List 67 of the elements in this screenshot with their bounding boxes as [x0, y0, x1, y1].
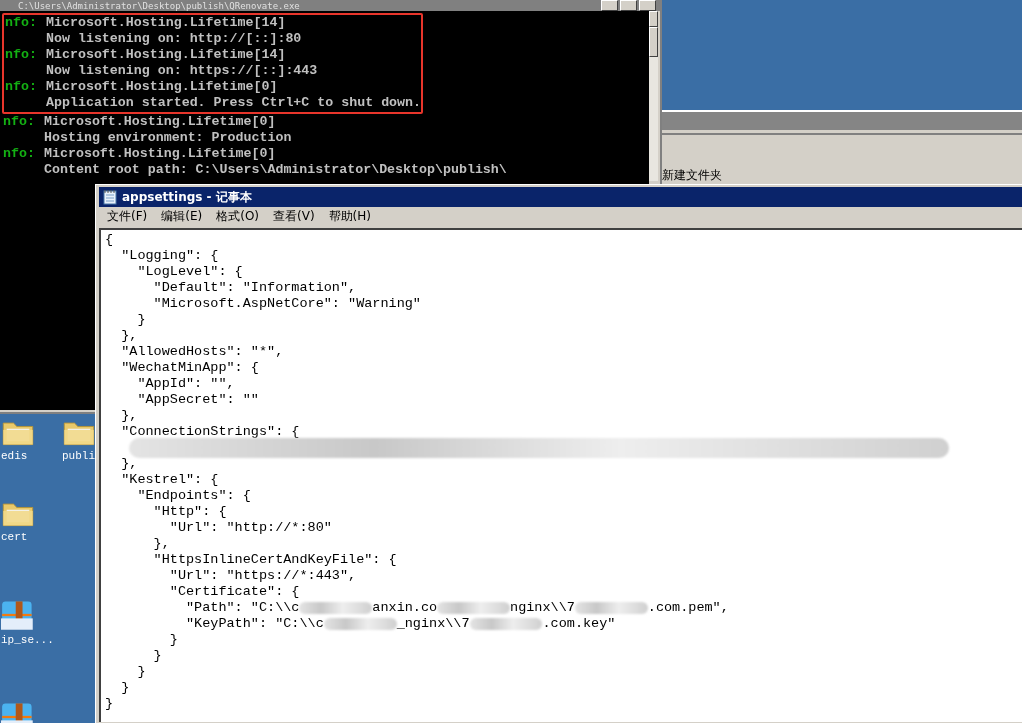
- log-level: nfo:: [4, 15, 38, 31]
- code-text: "Http": {: [152, 504, 227, 520]
- code-text: "Certificate": {: [168, 584, 300, 600]
- code-text: }: [152, 648, 162, 664]
- code-text: }: [168, 632, 178, 648]
- code-text: "AllowedHosts": "*",: [120, 344, 284, 360]
- code-text: "Kestrel": {: [120, 472, 219, 488]
- icon-label[interactable]: publi: [62, 450, 95, 462]
- menu-item[interactable]: 编辑(E): [159, 208, 205, 225]
- log-message: Content root path: C:\Users\Administrator\Desktop\publish\: [44, 162, 507, 178]
- code-text: }: [120, 680, 130, 696]
- code-text: _nginx\\7: [396, 616, 470, 632]
- code-text: "AppId": "",: [136, 376, 235, 392]
- log-message: Hosting environment: Production: [44, 130, 292, 146]
- icon-label[interactable]: cert: [1, 531, 28, 543]
- log-message: Microsoft.Hosting.Lifetime[14]: [46, 47, 286, 63]
- window-title: C:\Users\Administrator\Desktop\publish\QRenovate.exe: [18, 0, 300, 11]
- log-message: Now listening on: http://[::]:80: [46, 31, 302, 47]
- scrollbar[interactable]: [649, 11, 658, 181]
- code-text: "Endpoints": {: [136, 488, 251, 504]
- archive-icon: [1, 598, 35, 632]
- folder-label[interactable]: 新建文件夹: [662, 168, 722, 182]
- code-text: nginx\\7: [510, 600, 575, 616]
- log-message: Microsoft.Hosting.Lifetime[14]: [46, 15, 286, 31]
- minimize-button[interactable]: [601, 0, 618, 11]
- code-text: "LogLevel": {: [136, 264, 243, 280]
- code-text: "ConnectionStrings": {: [120, 424, 300, 440]
- code-text: "Url": "https://*:443",: [168, 568, 357, 584]
- code-text: "HttpsInlineCertAndKeyFile": {: [152, 552, 397, 568]
- code-text: .com.pem",: [647, 600, 729, 616]
- log-level: nfo:: [4, 47, 38, 63]
- close-button[interactable]: [639, 0, 656, 11]
- code-text: {: [105, 232, 114, 248]
- log-level: nfo:: [2, 146, 36, 162]
- code-text: }: [136, 312, 146, 328]
- window-title: appsettings - 记事本: [122, 188, 252, 206]
- menu-item[interactable]: 格式(O): [214, 208, 262, 225]
- log-message: Microsoft.Hosting.Lifetime[0]: [44, 146, 276, 162]
- menu-item[interactable]: 文件(F): [105, 208, 150, 225]
- menu-item[interactable]: 帮助(H): [326, 208, 373, 225]
- code-text: anxin.co: [372, 600, 438, 616]
- maximize-button[interactable]: [620, 0, 637, 11]
- code-text: },: [120, 456, 138, 472]
- code-text: "Path": "C:\\c: [185, 600, 300, 616]
- code-text: }: [136, 664, 146, 680]
- code-text: },: [120, 408, 138, 424]
- log-message: Application started. Press Ctrl+C to shut down.: [46, 95, 422, 111]
- code-text: "WechatMinApp": {: [120, 360, 259, 376]
- menu-item[interactable]: 查看(V): [271, 208, 317, 225]
- log-level: nfo:: [2, 114, 36, 130]
- log-message: Now listening on: https://[::]:443: [46, 63, 318, 79]
- code-text: "Microsoft.AspNetCore": "Warning": [152, 296, 421, 312]
- code-text: },: [120, 328, 138, 344]
- code-text: "Default": "Information",: [152, 280, 357, 296]
- code-text: }: [105, 696, 114, 712]
- code-text: "KeyPath": "C:\\c: [185, 616, 324, 632]
- log-level: nfo:: [4, 79, 38, 95]
- icon-label[interactable]: edis: [1, 450, 28, 462]
- code-text: "Logging": {: [120, 248, 219, 264]
- icon-label[interactable]: ip_se...: [1, 634, 54, 646]
- code-text: "AppSecret": "": [136, 392, 259, 408]
- log-message: Microsoft.Hosting.Lifetime[0]: [46, 79, 278, 95]
- notepad-icon: [102, 189, 118, 205]
- code-text: "Url": "http://*:80": [168, 520, 332, 536]
- log-message: Microsoft.Hosting.Lifetime[0]: [44, 114, 276, 130]
- code-text: .com.key": [542, 616, 616, 632]
- code-text: },: [152, 536, 170, 552]
